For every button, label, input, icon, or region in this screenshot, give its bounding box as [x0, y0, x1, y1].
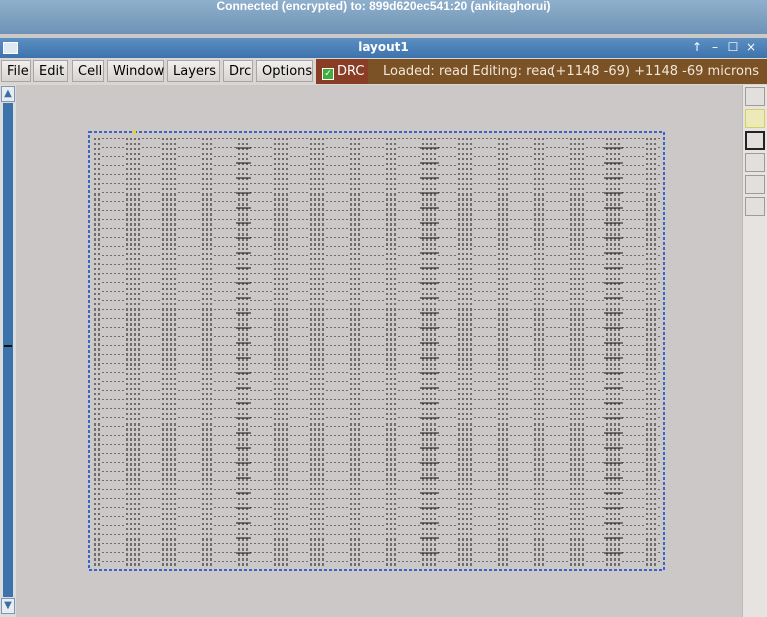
window-maximize-button[interactable]: ☐ — [726, 40, 740, 54]
menu-layers[interactable]: Layers — [167, 60, 220, 82]
window-title: layout1 — [358, 40, 409, 54]
status-loaded: Loaded: read Editing: reac — [383, 64, 555, 79]
vnc-banner-text: Connected (encrypted) to: 899d620ec541:2… — [216, 0, 551, 13]
window-close-button[interactable]: × — [744, 40, 758, 54]
drc-toggle-label: DRC — [337, 64, 365, 79]
vertical-scrollbar[interactable]: ▲ ▼ — [0, 85, 16, 617]
layer-toolbar — [742, 85, 767, 617]
layer-button-5[interactable] — [745, 175, 765, 194]
layer-button-2[interactable] — [745, 109, 765, 128]
cursor-marker — [133, 130, 136, 134]
scroll-down-icon[interactable]: ▼ — [1, 598, 15, 614]
menu-edit[interactable]: Edit — [33, 60, 68, 82]
layer-button-4[interactable] — [745, 153, 765, 172]
layout-drawing[interactable] — [16, 85, 742, 617]
menu-options[interactable]: Options — [256, 60, 313, 82]
menu-bar: File Edit Cell Window Layers Drc Options… — [0, 58, 767, 86]
layer-button-6[interactable] — [745, 197, 765, 216]
drc-toggle[interactable]: ✓ DRC — [316, 59, 368, 84]
status-coordinates: (+1148 -69) +1148 -69 microns — [550, 64, 759, 79]
window-up-button[interactable]: ↑ — [690, 40, 704, 54]
menu-cell[interactable]: Cell — [72, 60, 104, 82]
layout-canvas[interactable] — [16, 85, 742, 617]
scrollbar-thumb[interactable] — [3, 103, 13, 597]
scroll-up-icon[interactable]: ▲ — [1, 86, 15, 102]
menu-window[interactable]: Window — [107, 60, 164, 82]
menu-file[interactable]: File — [1, 60, 31, 82]
check-icon: ✓ — [322, 68, 334, 80]
layer-button-3[interactable] — [745, 131, 765, 150]
scroll-position-marker — [4, 345, 12, 347]
window-minimize-button[interactable]: – — [708, 40, 722, 54]
menu-drc[interactable]: Drc — [223, 60, 253, 82]
cell-geometry — [94, 138, 660, 566]
status-panel: Loaded: read Editing: reac (+1148 -69) +… — [368, 59, 767, 84]
layer-button-1[interactable] — [745, 87, 765, 106]
window-titlebar[interactable]: layout1 ↑ – ☐ × — [0, 38, 767, 58]
vnc-connection-banner: Connected (encrypted) to: 899d620ec541:2… — [0, 0, 767, 34]
